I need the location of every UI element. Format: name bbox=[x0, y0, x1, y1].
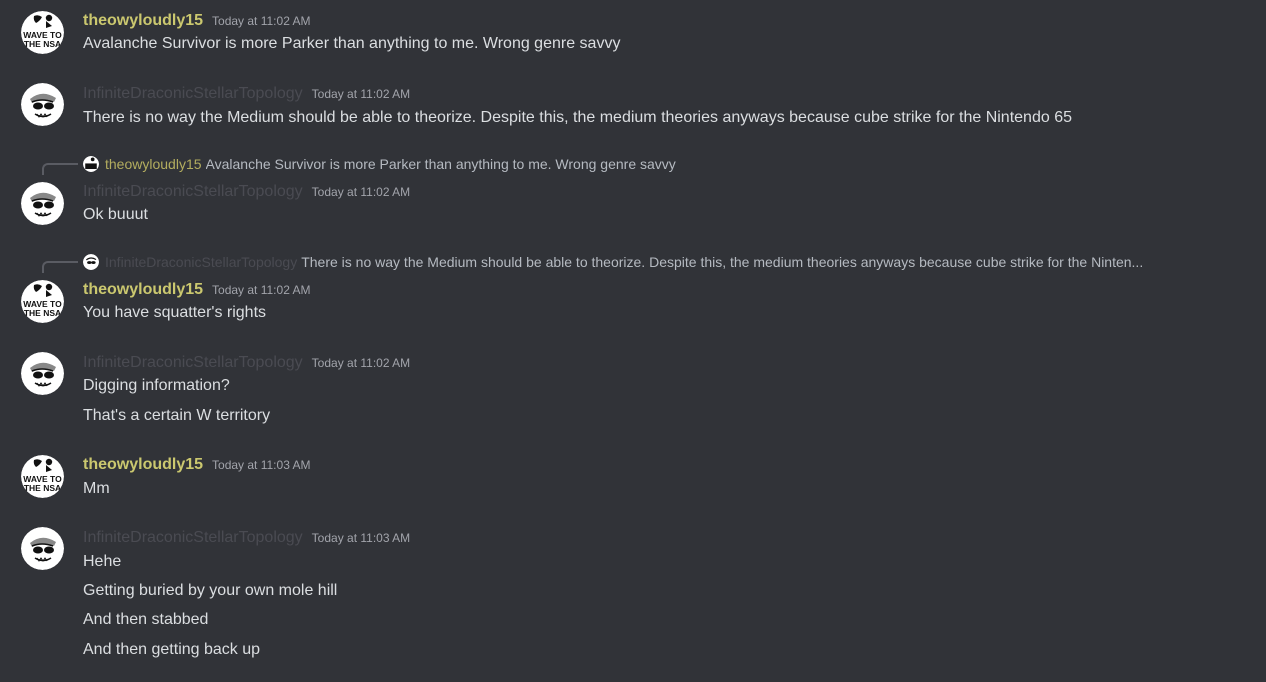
message-text: Ok buuut bbox=[83, 206, 148, 223]
message-text: And then getting back up bbox=[83, 641, 261, 658]
reply-avatar bbox=[83, 254, 99, 270]
avatar-text-line-2: THE NSA bbox=[24, 308, 61, 318]
reply-preview[interactable]: InfiniteDraconicStellarTopology There is… bbox=[83, 253, 1143, 271]
reply-text[interactable]: Avalanche Survivor is more Parker than a… bbox=[206, 156, 676, 172]
message-text: Hehe bbox=[83, 553, 122, 570]
message-header: InfiniteDraconicStellarTopology Today at… bbox=[83, 527, 410, 549]
reply-spine bbox=[42, 261, 78, 273]
timestamp[interactable]: Today at 11:03 AM bbox=[212, 458, 311, 472]
avatar-infinitedraconicstellartopology[interactable] bbox=[21, 182, 64, 225]
avatar-infinitedraconicstellartopology[interactable] bbox=[21, 352, 64, 395]
timestamp[interactable]: Today at 11:02 AM bbox=[312, 356, 411, 370]
username[interactable]: theowyloudly15 bbox=[83, 10, 203, 32]
message-text: There is no way the Medium should be abl… bbox=[83, 109, 1072, 126]
timestamp[interactable]: Today at 11:02 AM bbox=[212, 283, 311, 297]
username[interactable]: theowyloudly15 bbox=[83, 279, 203, 301]
message-text: Mm bbox=[83, 480, 110, 497]
timestamp[interactable]: Today at 11:02 AM bbox=[312, 87, 411, 101]
reply-spine bbox=[42, 163, 78, 175]
username[interactable]: theowyloudly15 bbox=[83, 454, 203, 476]
avatar-infinitedraconicstellartopology[interactable] bbox=[21, 83, 64, 126]
message-text: Getting buried by your own mole hill bbox=[83, 582, 338, 599]
avatar-theowyloudly15[interactable]: WAVE TO THE NSA bbox=[21, 455, 64, 498]
avatar-infinitedraconicstellartopology[interactable] bbox=[21, 527, 64, 570]
message-header: InfiniteDraconicStellarTopology Today at… bbox=[83, 181, 410, 203]
reply-avatar bbox=[83, 156, 99, 172]
username[interactable]: InfiniteDraconicStellarTopology bbox=[83, 352, 303, 374]
timestamp[interactable]: Today at 11:02 AM bbox=[312, 185, 411, 199]
chat-messages: WAVE TO THE NSA theowyloudly15 Today at … bbox=[0, 0, 1266, 682]
message-header: theowyloudly15 Today at 11:02 AM bbox=[83, 10, 311, 32]
message-text: Digging information? bbox=[83, 377, 230, 394]
username[interactable]: InfiniteDraconicStellarTopology bbox=[83, 181, 303, 203]
reply-author[interactable]: theowyloudly15 bbox=[105, 156, 202, 172]
timestamp[interactable]: Today at 11:02 AM bbox=[212, 14, 311, 28]
avatar-text-line-2: THE NSA bbox=[24, 483, 61, 493]
message-text: And then stabbed bbox=[83, 611, 209, 628]
reply-text[interactable]: There is no way the Medium should be abl… bbox=[301, 254, 1143, 270]
avatar-theowyloudly15[interactable]: WAVE TO THE NSA bbox=[21, 11, 64, 54]
username[interactable]: InfiniteDraconicStellarTopology bbox=[83, 83, 303, 105]
message-text: That's a certain W territory bbox=[83, 407, 271, 424]
username[interactable]: InfiniteDraconicStellarTopology bbox=[83, 527, 303, 549]
avatar-text-line-2: THE NSA bbox=[24, 39, 61, 49]
message-header: InfiniteDraconicStellarTopology Today at… bbox=[83, 83, 410, 105]
message-header: theowyloudly15 Today at 11:03 AM bbox=[83, 454, 311, 476]
reply-author[interactable]: InfiniteDraconicStellarTopology bbox=[105, 254, 297, 270]
message-text: You have squatter's rights bbox=[83, 304, 267, 321]
message-text: Avalanche Survivor is more Parker than a… bbox=[83, 35, 621, 52]
timestamp[interactable]: Today at 11:03 AM bbox=[312, 531, 411, 545]
reply-preview[interactable]: theowyloudly15 Avalanche Survivor is mor… bbox=[83, 155, 676, 173]
avatar-theowyloudly15[interactable]: WAVE TO THE NSA bbox=[21, 280, 64, 323]
message-header: InfiniteDraconicStellarTopology Today at… bbox=[83, 352, 410, 374]
message-header: theowyloudly15 Today at 11:02 AM bbox=[83, 279, 311, 301]
